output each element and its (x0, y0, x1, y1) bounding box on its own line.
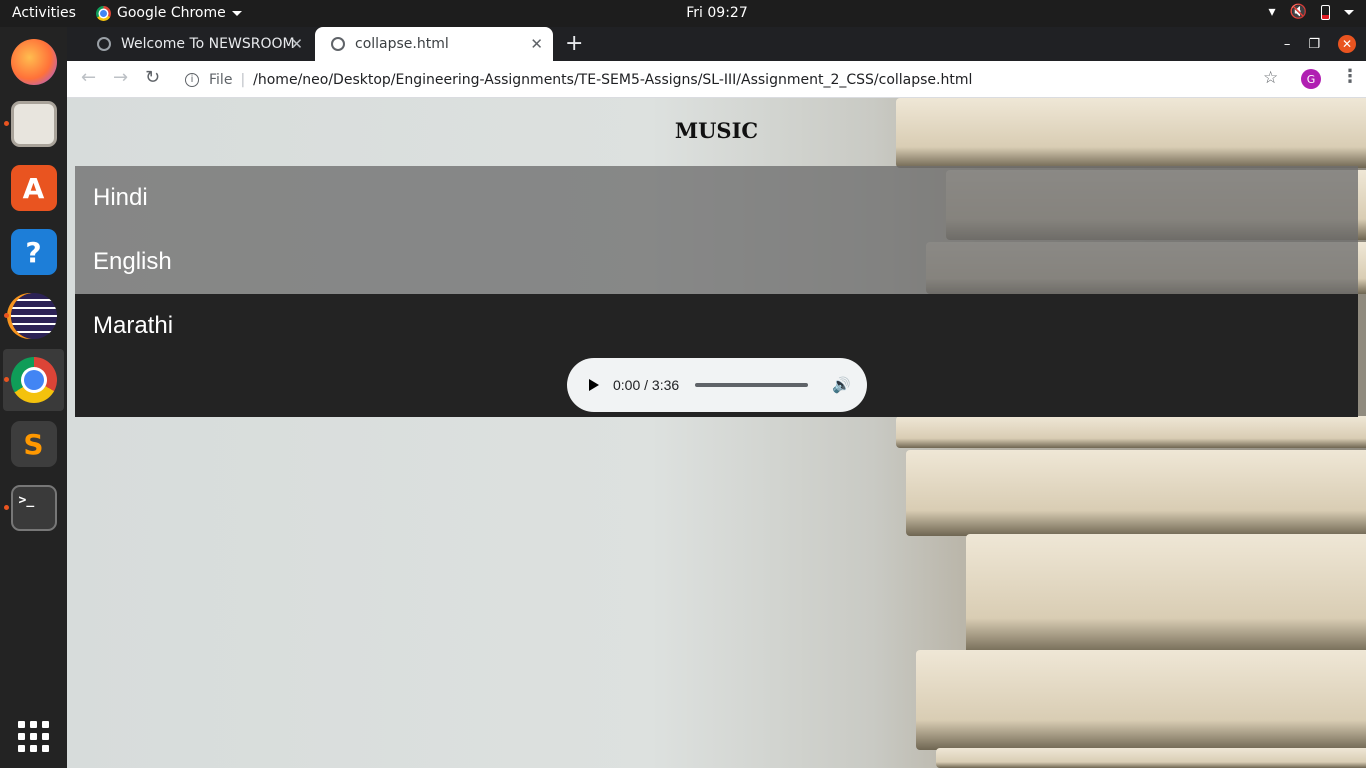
dock-firefox[interactable] (3, 31, 64, 93)
scheme-label: File (209, 71, 233, 88)
dock-sublime[interactable]: S (3, 413, 64, 475)
accordion-item-hindi[interactable]: Hindi (75, 166, 1358, 230)
system-top-bar: Activities Google Chrome Fri 09:27 ▾ 🔇 (0, 0, 1366, 27)
software-center-icon: A (10, 165, 57, 211)
dock-software[interactable]: A (3, 157, 64, 219)
running-indicator (4, 313, 9, 318)
tab-newsroom[interactable]: Welcome To NEWSROOM ✕ (81, 27, 313, 61)
battery-icon (1321, 4, 1330, 20)
running-indicator (4, 121, 9, 126)
volume-icon[interactable]: 🔊 (832, 376, 851, 394)
tab-title: Welcome To NEWSROOM (121, 36, 295, 52)
dock-eclipse[interactable] (3, 285, 64, 347)
dock: A ? S >_ (0, 27, 67, 768)
reload-icon[interactable]: ↻ (145, 67, 160, 88)
url-text[interactable]: /home/neo/Desktop/Engineering-Assignment… (253, 72, 972, 88)
divider: | (240, 71, 246, 88)
tab-collapse[interactable]: collapse.html ✕ (315, 27, 553, 61)
play-icon[interactable] (589, 379, 599, 391)
close-window-icon[interactable]: ✕ (1338, 35, 1356, 53)
profile-avatar[interactable]: G (1301, 69, 1321, 89)
audio-seek-bar[interactable] (695, 383, 809, 387)
audio-player: 0:00 / 3:36 🔊 (567, 358, 867, 412)
globe-icon (97, 37, 111, 51)
new-tab-button[interactable]: + (565, 31, 583, 56)
wifi-icon: ▾ (1268, 4, 1276, 20)
eclipse-icon (10, 293, 57, 339)
app-grid-icon (18, 720, 49, 752)
bookmark-star-icon[interactable]: ☆ (1263, 68, 1278, 88)
files-icon (10, 101, 57, 147)
accordion-item-marathi-panel: Marathi 0:00 / 3:36 🔊 (75, 294, 1358, 417)
running-indicator (4, 377, 9, 382)
show-applications-button[interactable] (3, 705, 64, 767)
help-icon: ? (10, 229, 57, 275)
running-indicator (4, 505, 9, 510)
maximize-icon[interactable]: ❐ (1308, 37, 1320, 52)
close-tab-icon[interactable]: ✕ (290, 35, 303, 53)
tab-strip: Welcome To NEWSROOM ✕ collapse.html ✕ + … (67, 27, 1366, 61)
audio-time: 0:00 / 3:36 (613, 377, 680, 393)
dock-files[interactable] (3, 93, 64, 155)
sublime-text-icon: S (10, 421, 57, 467)
accordion-item-marathi[interactable]: Marathi (75, 294, 1358, 358)
menu-kebab-icon[interactable]: ⋮ (1341, 66, 1359, 87)
accordion-item-english[interactable]: English (75, 230, 1358, 294)
back-icon[interactable]: ← (81, 67, 96, 88)
window-controls: – ❐ ✕ (1284, 27, 1366, 61)
chevron-down-icon (1344, 9, 1354, 15)
dock-chrome[interactable] (3, 349, 64, 411)
browser-toolbar: ← → ↻ i File | /home/neo/Desktop/Enginee… (67, 61, 1366, 98)
system-tray[interactable]: ▾ 🔇 (1269, 4, 1354, 20)
clock[interactable]: Fri 09:27 (0, 5, 1366, 21)
close-tab-icon[interactable]: ✕ (530, 35, 543, 53)
forward-icon[interactable]: → (113, 67, 128, 88)
volume-muted-icon: 🔇 (1289, 4, 1307, 20)
info-icon[interactable]: i (185, 72, 199, 87)
page-title: MUSIC (674, 118, 759, 143)
page-viewport: MUSIC Hindi English Marathi 0:00 / 3:36 … (67, 98, 1366, 768)
globe-icon (331, 37, 345, 51)
tab-title: collapse.html (355, 36, 449, 52)
address-bar[interactable]: i File | /home/neo/Desktop/Engineering-A… (177, 65, 1287, 94)
minimize-icon[interactable]: – (1284, 37, 1291, 52)
accordion-collapsed-group: Hindi English (75, 166, 1358, 294)
firefox-icon (10, 39, 57, 85)
dock-help[interactable]: ? (3, 221, 64, 283)
terminal-icon: >_ (10, 485, 57, 531)
chrome-icon (10, 357, 57, 403)
dock-terminal[interactable]: >_ (3, 477, 64, 539)
